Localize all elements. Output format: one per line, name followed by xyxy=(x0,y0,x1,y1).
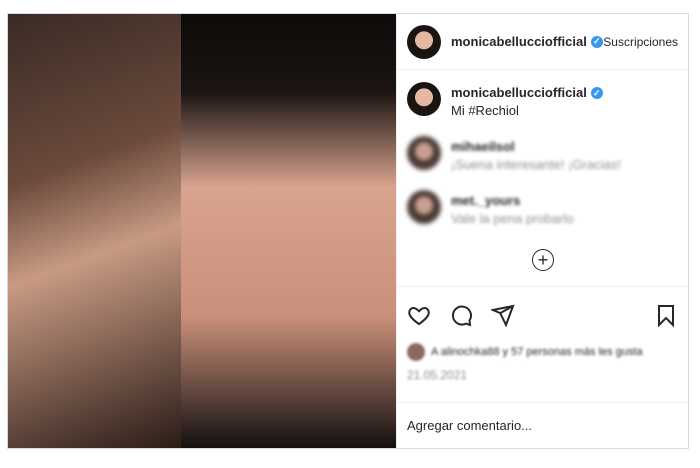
comment-input[interactable] xyxy=(407,418,678,433)
caption-avatar[interactable] xyxy=(407,82,441,116)
list-item: met._yours Vale la pena probarlo xyxy=(407,190,678,228)
caption-text: Mi #Rechiol xyxy=(451,103,519,118)
photo-right xyxy=(180,14,396,448)
post-media[interactable] xyxy=(8,14,397,448)
caption-username[interactable]: monicabellucciofficial xyxy=(451,84,587,102)
commenter-avatar[interactable] xyxy=(407,136,441,170)
heart-icon[interactable] xyxy=(407,303,431,327)
verified-badge-icon: ✓ xyxy=(590,87,603,99)
commenter-username[interactable]: mihaeilsol xyxy=(451,138,621,156)
author-username-row: monicabellucciofficial ✓ xyxy=(451,34,603,49)
comment-icon[interactable] xyxy=(449,303,473,327)
post-date: 21.05.2021 xyxy=(407,368,468,382)
post-sidebar: monicabellucciofficial ✓ Suscripciones m… xyxy=(397,14,688,448)
verified-badge-icon: ✓ xyxy=(590,35,603,48)
post-header: monicabellucciofficial ✓ Suscripciones xyxy=(397,14,688,70)
comment-text: ¡Suena interesante! ¡Gracias! xyxy=(451,157,621,172)
list-item: mihaeilsol ¡Suena interesante! ¡Gracias! xyxy=(407,136,678,174)
comment-text: Vale la pena probarlo xyxy=(451,211,574,226)
likes-row[interactable]: A alinochka88 y 57 personas más les gust… xyxy=(407,343,678,361)
author-username[interactable]: monicabellucciofficial xyxy=(451,34,587,49)
likes-text[interactable]: A alinochka88 y 57 personas más les gust… xyxy=(431,346,643,358)
bookmark-icon[interactable] xyxy=(654,303,678,327)
photo-left xyxy=(8,14,181,448)
commenter-username[interactable]: met._yours xyxy=(451,192,574,210)
author-avatar[interactable] xyxy=(407,24,441,59)
liker-avatar xyxy=(407,343,425,361)
send-icon[interactable] xyxy=(491,303,515,327)
follow-button[interactable]: Suscripciones xyxy=(603,35,678,49)
instagram-post: monicabellucciofficial ✓ Suscripciones m… xyxy=(7,13,689,449)
caption-item: monicabellucciofficial ✓ Mi #Rechiol xyxy=(407,82,678,120)
action-bar xyxy=(397,286,688,327)
plus-circle-icon[interactable]: + xyxy=(532,249,554,271)
add-comment-bar xyxy=(397,402,688,448)
commenter-avatar[interactable] xyxy=(407,190,441,224)
